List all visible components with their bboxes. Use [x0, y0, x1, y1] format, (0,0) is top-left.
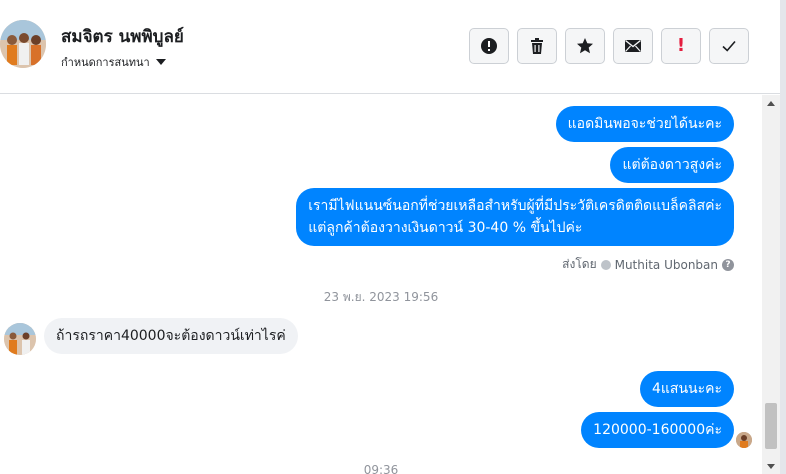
outgoing-message[interactable]: แอดมินพอจะช่วยได้นะคะ [555, 106, 734, 142]
seen-avatar [736, 432, 752, 448]
scroll-thumb[interactable] [765, 403, 777, 449]
outgoing-message[interactable]: 4แสนนะคะ [639, 371, 734, 407]
report-button[interactable]: ! [661, 28, 701, 64]
contact-avatar[interactable] [0, 20, 46, 68]
contact-name: สมจิตร นพพิบูลย์ [61, 27, 184, 47]
exclamation-icon: ! [676, 35, 686, 56]
trash-icon [531, 38, 543, 54]
avatar-photo [4, 323, 36, 355]
outgoing-message[interactable]: เรามีไฟแนนซ์นอกที่ช่วยเหลือสำหรับผู้ที่ม… [296, 188, 734, 246]
arrow-down-icon [767, 463, 775, 469]
avatar-photo [0, 20, 46, 68]
thread-scrollbar[interactable] [762, 95, 780, 474]
mark-done-button[interactable] [709, 28, 749, 64]
mark-unread-button[interactable] [613, 28, 653, 64]
conversation-header: สมจิตร นพพิบูลย์ กำหนดการสนทนา ! [0, 0, 780, 94]
star-button[interactable] [565, 28, 605, 64]
window-edge [780, 0, 786, 474]
delete-button[interactable] [517, 28, 557, 64]
assign-conversation-dropdown[interactable]: กำหนดการสนทนา [61, 53, 166, 71]
arrow-up-icon [767, 100, 775, 106]
outgoing-message[interactable]: 120000-160000ค่ะ [581, 412, 734, 448]
message-line: แต่ลูกค้าต้องวางเงินดาวน์ 30-40 % ขึ้นไป… [308, 220, 583, 236]
envelope-icon [625, 39, 641, 52]
assign-label: กำหนดการสนทนา [61, 56, 150, 69]
header-actions: ! [469, 28, 749, 64]
next-time-divider: 09:36 [363, 463, 399, 474]
scroll-up-button[interactable] [762, 95, 780, 111]
sent-by-info: ส่งโดย Muthita Ubonban ? [562, 255, 734, 274]
scroll-down-button[interactable] [762, 458, 780, 474]
check-icon [722, 40, 736, 52]
sender-avatar[interactable] [4, 323, 36, 355]
help-icon[interactable]: ? [722, 258, 734, 271]
date-divider: 23 พ.ย. 2023 19:56 [323, 290, 439, 304]
sent-by-name[interactable]: Muthita Ubonban [615, 258, 718, 272]
alert-circle-icon [481, 38, 497, 54]
sender-dot-icon [600, 259, 611, 270]
mark-spam-button[interactable] [469, 28, 509, 64]
incoming-message[interactable]: ถ้ารถราคา40000จะต้องดาวน์เท่าไรค่ [44, 318, 298, 354]
sent-by-label: ส่งโดย [562, 257, 597, 271]
caret-down-icon [155, 59, 166, 65]
message-thread: แอดมินพอจะช่วยได้นะคะ แต่ต้องดาวสูงค่ะ เ… [0, 95, 762, 474]
message-line: เรามีไฟแนนซ์นอกที่ช่วยเหลือสำหรับผู้ที่ม… [308, 198, 722, 214]
star-icon [577, 38, 593, 54]
seen-avatar-photo [736, 432, 752, 448]
outgoing-message[interactable]: แต่ต้องดาวสูงค่ะ [610, 147, 734, 183]
